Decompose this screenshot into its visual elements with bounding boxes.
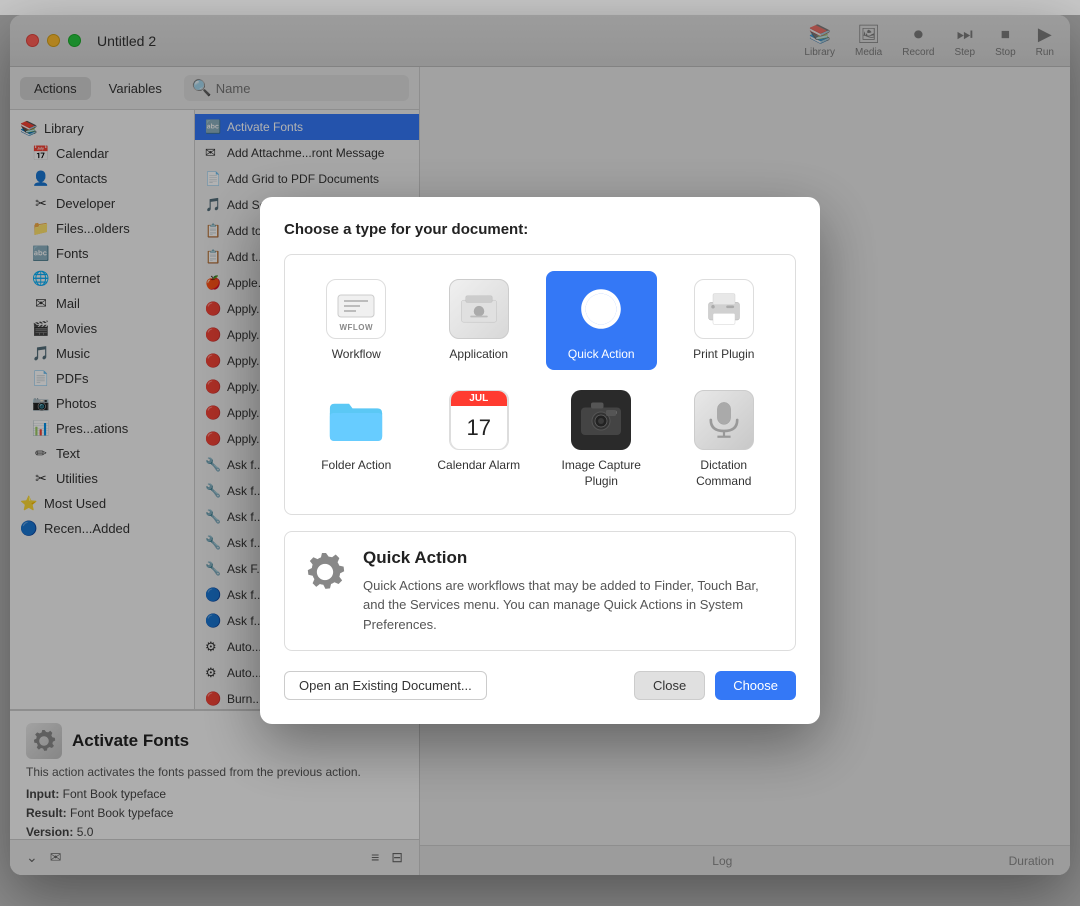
- modal-right-buttons: Close Choose: [634, 671, 796, 700]
- calendar-alarm-icon: JUL 17: [449, 390, 509, 450]
- doctype-dictation-command[interactable]: Dictation Command: [669, 382, 780, 497]
- modal-buttons: Open an Existing Document... Close Choos…: [284, 671, 796, 700]
- doctype-print-plugin[interactable]: Print Plugin: [669, 271, 780, 371]
- application-label: Application: [449, 347, 508, 363]
- mic-svg: [702, 398, 746, 442]
- print-plugin-label: Print Plugin: [693, 347, 754, 363]
- calendar-alarm-label: Calendar Alarm: [437, 458, 520, 474]
- gear-large-svg: [301, 548, 349, 596]
- modal-desc-content: Quick Action Quick Actions are workflows…: [363, 548, 779, 635]
- main-window: Untitled 2 📚 Library 🖼 Media ⏺ Record ⏭ …: [10, 15, 1070, 875]
- modal-overlay: Choose a type for your document: WFLOW: [10, 15, 1070, 875]
- modal-desc-gear-icon: [301, 548, 349, 596]
- doctype-calendar-alarm[interactable]: JUL 17 Calendar Alarm: [424, 382, 535, 497]
- printer-svg: [702, 287, 746, 331]
- workflow-label: Workflow: [332, 347, 381, 363]
- camera-svg: [576, 395, 626, 445]
- open-existing-document-button[interactable]: Open an Existing Document...: [284, 671, 487, 700]
- application-icon: [449, 279, 509, 339]
- image-capture-icon: [571, 390, 631, 450]
- close-button[interactable]: Close: [634, 671, 705, 700]
- application-svg: [457, 287, 501, 331]
- folder-svg: [327, 394, 385, 446]
- quick-action-label: Quick Action: [568, 347, 635, 363]
- folder-action-label: Folder Action: [321, 458, 391, 474]
- doc-types-grid: WFLOW Workflow Application: [284, 254, 796, 515]
- quick-action-icon: [571, 279, 631, 339]
- image-capture-plugin-label: Image Capture Plugin: [554, 458, 649, 489]
- modal-desc-title: Quick Action: [363, 548, 779, 568]
- doctype-workflow[interactable]: WFLOW Workflow: [301, 271, 412, 371]
- choose-button[interactable]: Choose: [715, 671, 796, 700]
- workflow-icon: WFLOW: [326, 279, 386, 339]
- doctype-quick-action[interactable]: Quick Action: [546, 271, 657, 371]
- doctype-folder-action[interactable]: Folder Action: [301, 382, 412, 497]
- doctype-image-capture-plugin[interactable]: Image Capture Plugin: [546, 382, 657, 497]
- dictation-command-label: Dictation Command: [677, 458, 772, 489]
- dictation-command-icon: [694, 390, 754, 450]
- workflow-svg: [336, 293, 376, 323]
- calendar-month: JUL: [451, 391, 507, 406]
- quick-action-svg: [579, 287, 623, 331]
- modal-desc-text: Quick Actions are workflows that may be …: [363, 576, 779, 635]
- print-plugin-icon: [694, 279, 754, 339]
- modal-dialog: Choose a type for your document: WFLOW: [260, 197, 820, 724]
- doctype-application[interactable]: Application: [424, 271, 535, 371]
- modal-description-box: Quick Action Quick Actions are workflows…: [284, 531, 796, 652]
- modal-title: Choose a type for your document:: [284, 221, 796, 238]
- folder-action-icon: [326, 390, 386, 450]
- calendar-day: 17: [451, 406, 507, 449]
